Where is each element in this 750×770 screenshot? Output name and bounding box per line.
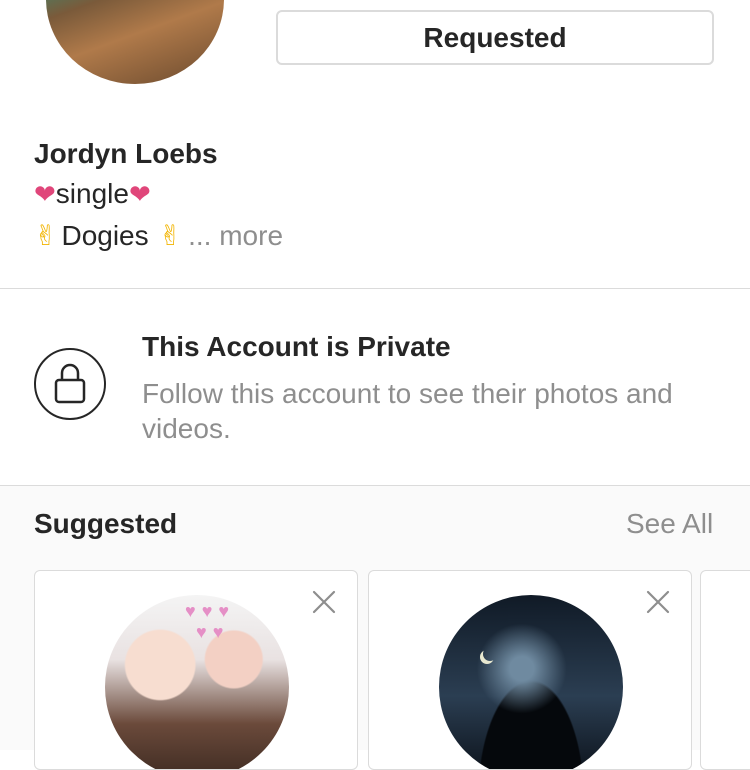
- suggested-card-partial[interactable]: [700, 570, 750, 770]
- bio-line-1-text: single: [55, 178, 129, 209]
- private-subtitle: Follow this account to see their photos …: [142, 378, 673, 444]
- private-title: This Account is Private: [142, 331, 451, 362]
- bio-line-1: ❤ single ❤: [34, 178, 151, 210]
- victory-hand-icon: ✌: [158, 220, 183, 251]
- heart-icon: ❤: [128, 179, 151, 209]
- close-icon[interactable]: [311, 589, 337, 615]
- moon-icon: [483, 647, 497, 661]
- bio-line-2-text: Dogies: [61, 220, 149, 251]
- suggested-avatar[interactable]: ♥♥♥ ♥♥: [105, 595, 289, 769]
- suggested-card[interactable]: ♥♥♥ ♥♥: [34, 570, 358, 770]
- see-all-link[interactable]: See All: [626, 508, 713, 540]
- close-icon[interactable]: [645, 589, 671, 615]
- victory-hand-icon: ✌: [34, 220, 58, 251]
- bio-line-2: ✌ Dogies ✌ ... more: [34, 220, 283, 252]
- profile-avatar[interactable]: [46, 0, 224, 84]
- requested-button[interactable]: Requested: [276, 10, 714, 65]
- lock-icon: [34, 348, 106, 420]
- profile-name: Jordyn Loebs: [34, 138, 218, 169]
- suggested-avatar[interactable]: [439, 595, 623, 769]
- suggested-title: Suggested: [34, 508, 178, 539]
- suggested-card[interactable]: [368, 570, 692, 770]
- heart-filter-icon: ♥♥♥ ♥♥: [185, 601, 236, 642]
- heart-icon: ❤: [34, 179, 56, 209]
- more-link[interactable]: ... more: [188, 220, 283, 252]
- divider: [0, 288, 750, 289]
